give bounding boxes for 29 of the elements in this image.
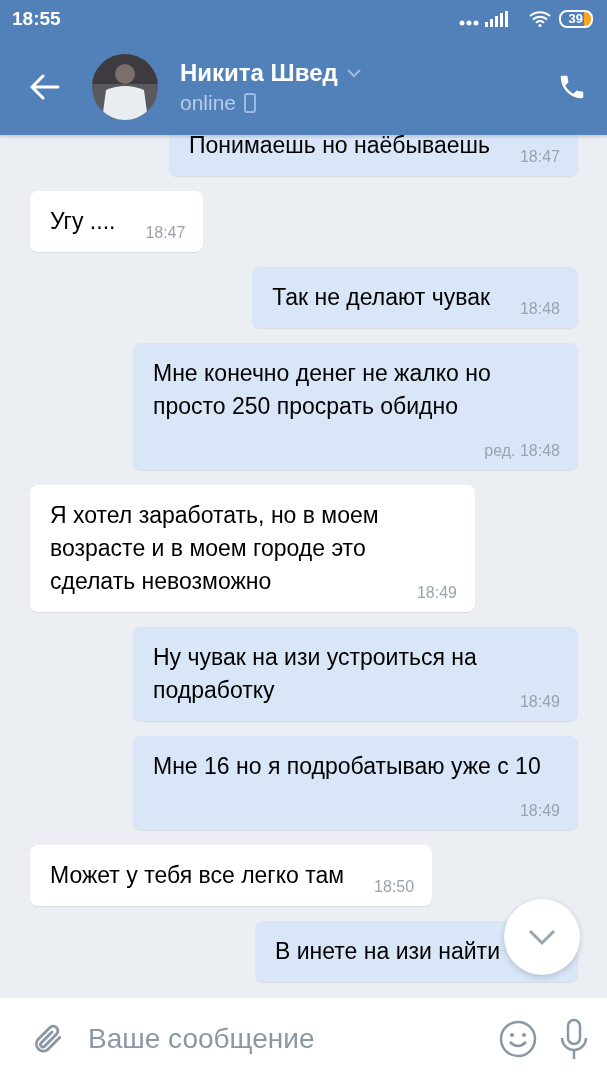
wifi-icon [528, 11, 551, 27]
message-time: 18:49 [519, 801, 560, 821]
message-time: 18:47 [145, 223, 186, 243]
message-text: Угу .... [50, 208, 116, 234]
online-status: online [180, 90, 237, 115]
message-text: Мне 16 но я подробатываю уже с 10 [153, 753, 541, 779]
message-time: 18:47 [519, 147, 560, 167]
message-time: 18:49 [519, 692, 560, 712]
message-text: Может у тебя все легко там [50, 862, 345, 888]
microphone-icon[interactable] [559, 1018, 589, 1060]
phone-device-icon [244, 92, 257, 113]
message-text: Понимаешь но наёбываешь [189, 135, 490, 158]
battery-level: 39 [558, 10, 593, 28]
message-time: 18:48 [519, 299, 560, 319]
message-text: Я хотел заработать, но в моем возрасте и в моем городе это сделать невозможно [50, 502, 379, 594]
chevron-down-icon [527, 928, 557, 946]
contact-name[interactable]: Никита Швед [180, 58, 338, 87]
status-time: 18:55 [12, 8, 61, 30]
smile-icon[interactable] [499, 1020, 537, 1058]
message-time: 18:50 [374, 877, 415, 897]
message-text: Мне конечно денег не жалко но просто 250 просрать обидно [153, 360, 491, 419]
back-button[interactable] [30, 73, 60, 100]
message-text: Ну чувак на изи устроиться на подработку [153, 644, 477, 703]
message-time: 18:49 [416, 583, 457, 603]
message-text: Так не делают чувак [272, 284, 490, 310]
message-time: ред. 18:48 [484, 441, 560, 461]
chevron-down-icon [345, 67, 362, 78]
scroll-down-button[interactable] [504, 899, 580, 975]
message-text: В инете на изи найти [275, 938, 500, 964]
